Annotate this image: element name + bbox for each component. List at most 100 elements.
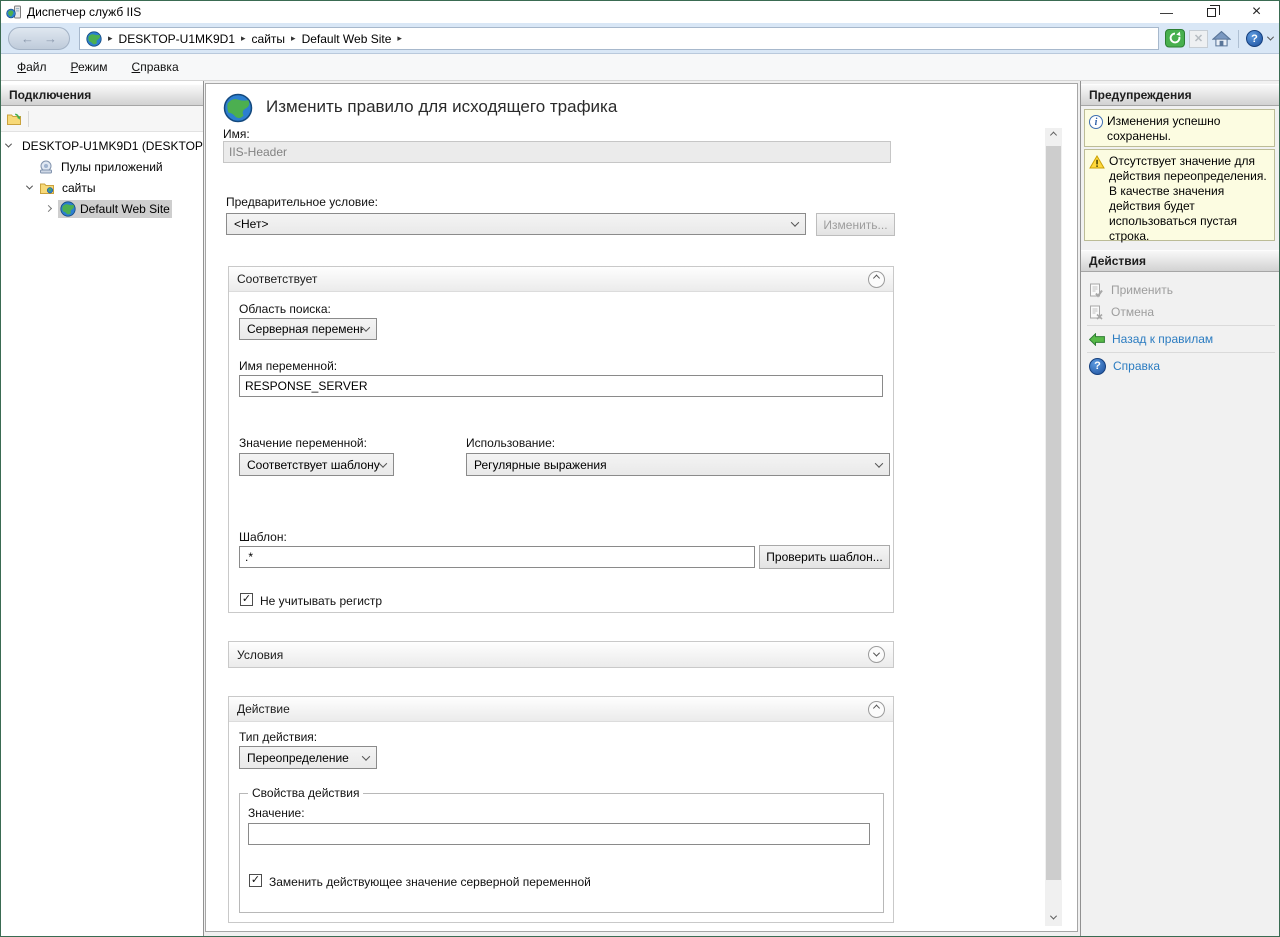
site-globe-icon <box>60 201 76 217</box>
action-section-title: Действие <box>237 702 290 716</box>
crumb-separator-icon: ▸ <box>397 33 402 44</box>
warning-alert-text: Отсутствует значение для действия переоп… <box>1109 154 1271 235</box>
refresh-icon[interactable] <box>1165 29 1185 48</box>
save-connection-folder-icon[interactable] <box>6 111 22 127</box>
ignore-case-checkbox[interactable]: ✓ <box>240 593 253 606</box>
window-title: Диспетчер служб IIS <box>27 5 141 19</box>
match-section-title: Соответствует <box>237 272 317 286</box>
breadcrumb[interactable]: ▸ DESKTOP-U1MK9D1 ▸ сайты ▸ Default Web … <box>79 27 1159 50</box>
tree-item-default-web-site[interactable]: Default Web Site <box>1 198 203 219</box>
page-title: Изменить правило для исходящего трафика <box>266 97 617 117</box>
vertical-scrollbar[interactable] <box>1045 128 1062 926</box>
expand-icon[interactable] <box>42 206 54 211</box>
connections-tree: DESKTOP-U1MK9D1 (DESKTOP Пулы приложений… <box>1 132 203 937</box>
menu-help[interactable]: Справка <box>132 60 179 74</box>
using-label: Использование: <box>466 436 555 450</box>
expand-section-button[interactable] <box>868 646 885 663</box>
variable-value-value: Соответствует шаблону <box>247 458 380 472</box>
chevron-down-icon <box>791 218 799 226</box>
info-icon: i <box>1089 115 1103 129</box>
scroll-down-button[interactable] <box>1045 909 1062 926</box>
alerts-header-label: Предупреждения <box>1089 88 1192 102</box>
action-type-select[interactable]: Переопределение <box>239 746 377 769</box>
info-alert-text: Изменения успешно сохранены. <box>1107 114 1271 141</box>
back-icon[interactable]: ← <box>21 31 34 46</box>
chevron-up-icon <box>1050 132 1057 139</box>
crumb-separator-icon: ▸ <box>291 33 296 44</box>
variable-name-input[interactable] <box>239 375 883 397</box>
conditions-section: Условия <box>228 641 894 668</box>
sites-folder-icon <box>39 180 55 196</box>
nav-back-forward[interactable]: ← → <box>8 27 70 50</box>
close-button[interactable]: × <box>1234 1 1279 23</box>
match-section-header[interactable]: Соответствует <box>229 267 893 292</box>
info-alert: i Изменения успешно сохранены. <box>1084 109 1275 147</box>
replace-value-checkbox[interactable]: ✓ <box>249 874 262 887</box>
menu-file[interactable]: Файл <box>17 60 47 74</box>
warning-icon <box>1089 155 1105 169</box>
crumb-sites[interactable]: сайты <box>252 32 286 46</box>
tree-item-server[interactable]: DESKTOP-U1MK9D1 (DESKTOP <box>1 135 203 156</box>
check-icon: ✓ <box>251 875 260 886</box>
crumb-default-web-site[interactable]: Default Web Site <box>302 32 392 46</box>
help-label[interactable]: Справка <box>1113 359 1160 373</box>
help-circle-icon: ? <box>1089 358 1106 375</box>
page-globe-icon <box>223 93 253 123</box>
variable-value-label: Значение переменной: <box>239 436 367 450</box>
action-section-header[interactable]: Действие <box>229 697 893 722</box>
variable-value-select[interactable]: Соответствует шаблону <box>239 453 394 476</box>
connections-header-label: Подключения <box>9 88 91 102</box>
back-to-rules-label[interactable]: Назад к правилам <box>1112 332 1213 346</box>
chevron-down-icon <box>362 752 370 760</box>
actions-header: Действия <box>1081 250 1280 272</box>
chevron-down-icon <box>379 459 387 467</box>
restore-button[interactable] <box>1189 1 1234 23</box>
iis-app-icon <box>6 4 22 20</box>
address-bar: ← → ▸ DESKTOP-U1MK9D1 ▸ сайты ▸ Default … <box>1 23 1279 54</box>
help-link[interactable]: ? Справка <box>1089 356 1160 376</box>
collapse-icon[interactable] <box>23 185 35 190</box>
scope-value: Серверная переменн <box>247 322 363 336</box>
crumb-separator-icon: ▸ <box>108 33 113 44</box>
action-type-value: Переопределение <box>247 751 349 765</box>
tree-item-label[interactable]: Пулы приложений <box>58 159 166 175</box>
pattern-input[interactable] <box>239 546 755 568</box>
conditions-section-title: Условия <box>237 648 283 662</box>
scope-label: Область поиска: <box>239 302 331 316</box>
check-icon: ✓ <box>242 594 251 605</box>
test-pattern-button[interactable]: Проверить шаблон... <box>759 545 890 569</box>
forward-icon[interactable]: → <box>44 31 57 46</box>
name-input <box>223 141 891 163</box>
crumb-server[interactable]: DESKTOP-U1MK9D1 <box>119 32 235 46</box>
tree-item-label[interactable]: DESKTOP-U1MK9D1 (DESKTOP <box>19 138 203 154</box>
selected-tree-item[interactable]: Default Web Site <box>58 200 172 218</box>
help-icon[interactable]: ? <box>1246 30 1263 47</box>
apply-button: Применить <box>1089 280 1173 300</box>
using-select[interactable]: Регулярные выражения <box>466 453 890 476</box>
connections-pane: Подключения DESKTOP-U1MK9D1 (DESKTOP Пул… <box>1 81 204 937</box>
match-section: Соответствует Область поиска: Серверная … <box>228 266 894 613</box>
collapse-section-button[interactable] <box>868 701 885 718</box>
scroll-up-button[interactable] <box>1045 128 1062 145</box>
collapse-icon[interactable] <box>6 143 11 148</box>
minimize-button[interactable]: — <box>1144 1 1189 23</box>
menu-view[interactable]: Режим <box>71 60 108 74</box>
test-pattern-label: Проверить шаблон... <box>766 550 882 564</box>
value-input[interactable] <box>248 823 870 845</box>
scope-select[interactable]: Серверная переменн <box>239 318 377 340</box>
precondition-select[interactable]: <Нет> <box>226 213 806 235</box>
action-type-label: Тип действия: <box>239 730 317 744</box>
tree-item-label[interactable]: сайты <box>59 180 99 196</box>
home-icon[interactable] <box>1212 30 1231 47</box>
chevron-down-icon <box>875 459 883 467</box>
tree-item-label[interactable]: Default Web Site <box>80 202 170 216</box>
tree-item-app-pools[interactable]: Пулы приложений <box>1 156 203 177</box>
tree-item-sites[interactable]: сайты <box>1 177 203 198</box>
help-dropdown-icon[interactable] <box>1267 34 1274 41</box>
back-to-rules-link[interactable]: Назад к правилам <box>1089 329 1213 349</box>
actions-separator <box>1087 352 1275 353</box>
stop-icon: ✕ <box>1189 30 1208 48</box>
scrollbar-thumb[interactable] <box>1046 146 1061 880</box>
conditions-section-header[interactable]: Условия <box>229 642 893 667</box>
collapse-section-button[interactable] <box>868 271 885 288</box>
